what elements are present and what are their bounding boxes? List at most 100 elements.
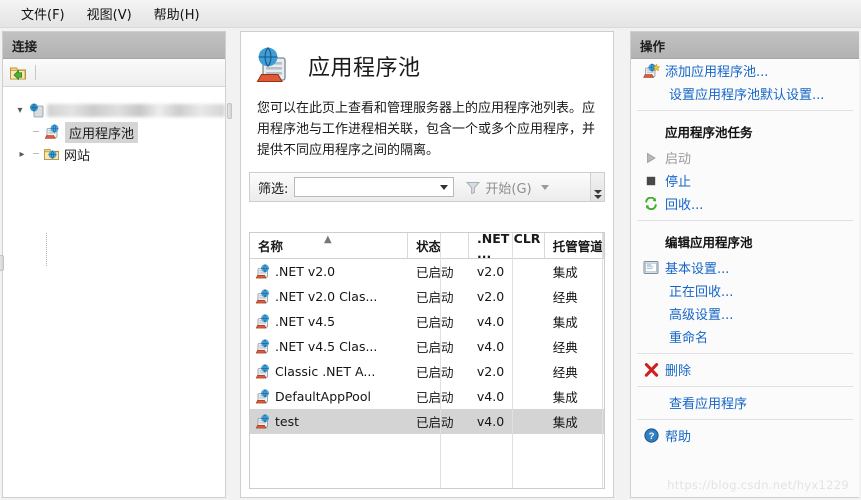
- server-name-redacted: [47, 103, 225, 117]
- chevron-right-icon[interactable]: ▸: [15, 149, 29, 160]
- double-chevron-down-icon[interactable]: [593, 189, 602, 199]
- cell-name-label: Classic .NET A...: [275, 364, 376, 379]
- table-row[interactable]: .NET v2.0 Clas... 已启动 v2.0 经典: [250, 284, 604, 309]
- chevron-down-icon[interactable]: ▾: [13, 105, 27, 116]
- list-header-row: 名称 ▲ 状态 .NET CLR ... 托管管道: [250, 233, 604, 261]
- tree-label-sites[interactable]: 网站: [64, 145, 90, 164]
- app-pools-list: 名称 ▲ 状态 .NET CLR ... 托管管道 .NET v2.0 已启动 v2…: [249, 232, 605, 489]
- connections-tree: ▾ ─ 应用程序池 ▸ ─ 网站: [3, 87, 225, 267]
- table-row[interactable]: test 已启动 v4.0 集成: [250, 409, 604, 434]
- recycle-icon: [644, 196, 658, 211]
- action-item[interactable]: 添加应用程序池...: [631, 59, 859, 82]
- connections-pane: 连接 ▾ ─ 应用程序池 ▸ ─ 网站: [2, 31, 226, 498]
- app-pool-icon: [255, 364, 271, 379]
- column-header-pipeline-mode[interactable]: 托管管道: [545, 233, 604, 258]
- cell-name: test: [250, 409, 408, 434]
- caret-up-icon: ▲: [324, 234, 332, 245]
- actions-separator: [637, 353, 853, 354]
- action-item[interactable]: 正在回收...: [631, 279, 859, 302]
- tree-label-app-pools[interactable]: 应用程序池: [65, 121, 139, 143]
- cell-name-label: .NET v2.0 Clas...: [275, 289, 378, 304]
- action-item[interactable]: 停止: [631, 169, 859, 192]
- action-icon-wrap: [641, 152, 661, 164]
- cell-name: .NET v4.5 Clas...: [250, 334, 408, 359]
- actions-list: 添加应用程序池... 设置应用程序池默认设置... 应用程序池任务 启动 停止 回收...…: [631, 59, 859, 447]
- cell-pipeline: 经典: [552, 340, 578, 355]
- content-pane: 应用程序池 您可以在此页上查看和管理服务器上的应用程序池列表。应用程序池与工作进…: [240, 31, 614, 498]
- action-label: 重命名: [669, 331, 709, 346]
- list-body: .NET v2.0 已启动 v2.0 集成 .NET v2.0 Clas... 已启动 v2…: [250, 259, 604, 434]
- action-item[interactable]: 重命名: [631, 325, 859, 348]
- tree-node-app-pools[interactable]: ─ 应用程序池: [9, 121, 225, 143]
- chevron-down-icon[interactable]: [540, 184, 549, 190]
- column-header-status[interactable]: 状态: [408, 233, 470, 258]
- cell-name-label: DefaultAppPool: [275, 389, 371, 404]
- action-item[interactable]: 查看应用程序: [631, 391, 859, 414]
- table-row[interactable]: .NET v4.5 已启动 v4.0 集成: [250, 309, 604, 334]
- filter-label: 筛选:: [258, 181, 289, 197]
- action-label: 停止: [665, 175, 692, 190]
- cell-status: 已启动: [415, 290, 454, 305]
- connections-header: 连接: [3, 32, 225, 59]
- cell-name: Classic .NET A...: [250, 359, 408, 384]
- action-item[interactable]: 设置应用程序池默认设置...: [631, 82, 859, 105]
- cell-clr: v4.0: [476, 414, 505, 429]
- toolbar-separator: [35, 65, 36, 80]
- menu-view[interactable]: 视图(V): [76, 1, 143, 26]
- action-label: 删除: [665, 364, 692, 379]
- action-item[interactable]: 高级设置...: [631, 302, 859, 325]
- cell-name-label: test: [275, 414, 300, 429]
- tree-branch-line: ─: [32, 126, 40, 138]
- cell-pipeline: 集成: [552, 265, 578, 280]
- table-row[interactable]: .NET v2.0 已启动 v2.0 集成: [250, 259, 604, 284]
- cell-status: 已启动: [415, 365, 454, 380]
- actions-pane: 操作 添加应用程序池... 设置应用程序池默认设置... 应用程序池任务 启动 停止 回收…: [630, 31, 859, 498]
- splitter-left-edge[interactable]: [0, 255, 4, 271]
- cell-name: .NET v2.0 Clas...: [250, 284, 408, 309]
- connect-to-server-icon[interactable]: [9, 64, 27, 81]
- filter-input[interactable]: [294, 177, 455, 197]
- action-item[interactable]: ? 帮助: [631, 424, 859, 447]
- column-header-name[interactable]: 名称 ▲: [250, 233, 409, 258]
- actions-group-heading: 编辑应用程序池: [665, 235, 753, 250]
- menu-bar: 文件(F) 视图(V) 帮助(H): [0, 0, 861, 28]
- menu-help[interactable]: 帮助(H): [143, 1, 211, 26]
- action-label: 设置应用程序池默认设置...: [669, 88, 825, 103]
- action-label: 帮助: [665, 430, 692, 445]
- filter-go-button[interactable]: 开始(G): [466, 178, 549, 197]
- cell-pipeline: 经典: [552, 290, 578, 305]
- connections-toolbar: [3, 59, 225, 87]
- table-row[interactable]: DefaultAppPool 已启动 v4.0 集成: [250, 384, 604, 409]
- funnel-icon: [466, 181, 481, 195]
- basic-settings-icon: [643, 260, 659, 275]
- add-app-pool-icon: [642, 63, 660, 79]
- app-pool-icon: [255, 314, 271, 329]
- delete-x-icon: [644, 362, 659, 377]
- sites-folder-icon: [43, 146, 60, 162]
- action-item[interactable]: 回收...: [631, 192, 859, 215]
- chevron-down-icon[interactable]: [440, 184, 449, 190]
- splitter-connections[interactable]: [227, 103, 232, 119]
- action-item[interactable]: 启动: [631, 146, 859, 169]
- app-pool-icon: [255, 414, 271, 429]
- tree-node-sites[interactable]: ▸ ─ 网站: [9, 143, 225, 165]
- column-header-clr-version[interactable]: .NET CLR ...: [469, 233, 545, 261]
- filter-toolbar: 筛选: 开始(G): [249, 172, 605, 202]
- cell-clr: v2.0: [476, 364, 505, 379]
- app-pool-icon: [255, 264, 271, 279]
- action-item[interactable]: 基本设置...: [631, 256, 859, 279]
- action-label: 高级设置...: [669, 308, 734, 323]
- menu-file[interactable]: 文件(F): [10, 1, 76, 26]
- action-icon-wrap: ?: [641, 428, 661, 443]
- help-icon: ?: [643, 428, 659, 443]
- tree-node-server[interactable]: ▾: [9, 99, 225, 121]
- actions-separator: [637, 419, 853, 420]
- table-row[interactable]: .NET v4.5 Clas... 已启动 v4.0 经典: [250, 334, 604, 359]
- server-icon: [29, 103, 45, 118]
- action-icon-wrap: [641, 362, 661, 377]
- table-row[interactable]: Classic .NET A... 已启动 v2.0 经典: [250, 359, 604, 384]
- action-item[interactable]: 删除: [631, 358, 859, 381]
- filterbar-overflow-button[interactable]: [590, 173, 604, 201]
- action-icon-wrap: [641, 260, 661, 275]
- watermark: https://blog.csdn.net/hyx1229: [667, 478, 849, 492]
